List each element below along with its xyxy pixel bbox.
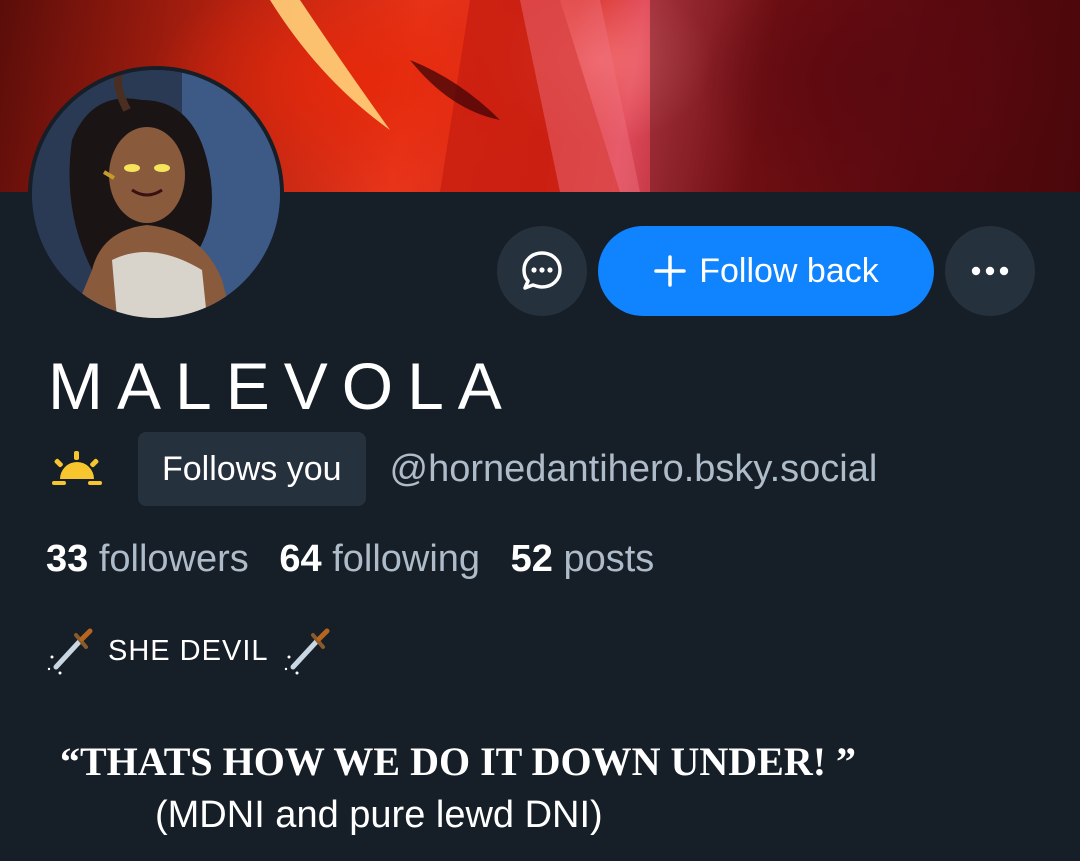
- profile-handle[interactable]: @hornedantihero.bsky.social: [390, 448, 878, 491]
- chat-bubble-icon: [522, 251, 562, 290]
- posts-count: 52: [510, 538, 553, 580]
- bio-note: (MDNI and pure lewd DNI): [155, 794, 603, 836]
- profile-meta-row: Follows you @hornedantihero.bsky.social: [48, 432, 877, 506]
- bio-tagline: SHE DEVIL: [108, 634, 269, 667]
- bio-line-1: SHE DEVIL: [46, 626, 331, 676]
- dagger-emoji-icon: [284, 628, 329, 675]
- following-count: 64: [279, 538, 322, 580]
- display-name: MALEVOLA: [48, 349, 516, 423]
- followers-label: followers: [98, 538, 249, 580]
- follows-you-badge: Follows you: [138, 432, 366, 506]
- dagger-emoji-icon: [47, 628, 93, 675]
- ellipsis-icon: [971, 266, 1009, 276]
- follow-back-label: Follow back: [699, 251, 879, 290]
- posts-label: posts: [563, 538, 655, 580]
- plus-icon: [654, 255, 686, 287]
- following-stat[interactable]: 64 following: [279, 538, 480, 580]
- followers-stat[interactable]: 33 followers: [46, 538, 249, 580]
- more-options-button[interactable]: [945, 226, 1035, 316]
- profile-stats: 33 followers 64 following 52 posts: [46, 538, 654, 581]
- avatar[interactable]: [28, 66, 284, 322]
- following-label: following: [332, 538, 481, 580]
- avatar-image: [32, 70, 280, 318]
- followers-count: 33: [46, 538, 89, 580]
- bio-quote: “THATS HOW WE DO IT DOWN UNDER! ”: [60, 739, 857, 784]
- follow-back-button[interactable]: Follow back: [598, 226, 934, 316]
- sunrise-emoji-icon: [48, 432, 110, 506]
- posts-stat: 52 posts: [511, 538, 655, 580]
- message-button[interactable]: [497, 226, 587, 316]
